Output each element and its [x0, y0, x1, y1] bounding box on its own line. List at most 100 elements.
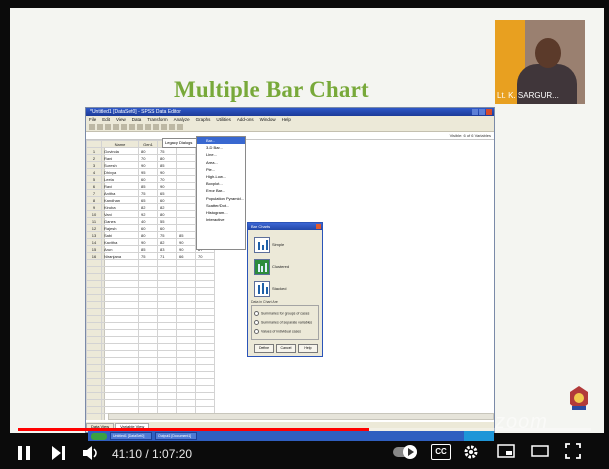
table-cell[interactable]: [157, 329, 177, 337]
table-cell[interactable]: [176, 266, 196, 274]
menu-utilities[interactable]: Utilities: [216, 116, 231, 123]
table-cell[interactable]: [86, 357, 102, 365]
table-cell[interactable]: [86, 350, 102, 358]
table-cell[interactable]: [176, 168, 196, 176]
table-cell[interactable]: [86, 392, 102, 400]
row-number[interactable]: 4: [86, 168, 102, 176]
undo-icon[interactable]: [113, 124, 119, 130]
table-cell[interactable]: [138, 322, 158, 330]
menu-item-pie[interactable]: Pie...: [197, 166, 245, 173]
empty-row[interactable]: [86, 378, 215, 386]
table-cell[interactable]: 80: [157, 210, 177, 218]
table-cell[interactable]: [176, 392, 196, 400]
table-cell[interactable]: Dhivya: [101, 168, 139, 176]
table-cell[interactable]: [86, 301, 102, 309]
table-cell[interactable]: [138, 399, 158, 407]
table-cell[interactable]: [138, 329, 158, 337]
table-cell[interactable]: 90: [176, 245, 196, 253]
empty-row[interactable]: [86, 336, 215, 344]
table-cell[interactable]: [138, 259, 158, 267]
table-cell[interactable]: [195, 364, 215, 372]
table-cell[interactable]: [157, 280, 177, 288]
table-cell[interactable]: [86, 385, 102, 393]
table-cell[interactable]: [101, 392, 139, 400]
table-cell[interactable]: [176, 336, 196, 344]
empty-row[interactable]: [86, 280, 215, 288]
table-cell[interactable]: [195, 371, 215, 379]
table-cell[interactable]: [157, 336, 177, 344]
table-cell[interactable]: Rajesh: [101, 224, 139, 232]
row-number[interactable]: 9: [86, 203, 102, 211]
autoplay-toggle[interactable]: [393, 445, 417, 459]
row-number[interactable]: 5: [86, 175, 102, 183]
table-cell[interactable]: [195, 266, 215, 274]
table-cell[interactable]: [138, 343, 158, 351]
table-cell[interactable]: [157, 308, 177, 316]
table-cell[interactable]: [86, 266, 102, 274]
table-cell[interactable]: 70: [157, 175, 177, 183]
table-cell[interactable]: [195, 315, 215, 323]
table-cell[interactable]: Vani: [101, 210, 139, 218]
empty-row[interactable]: [86, 287, 215, 295]
radio-separate-variables[interactable]: Summaries of separate variables: [254, 320, 312, 325]
table-cell[interactable]: 90: [138, 161, 158, 169]
menu-graphs[interactable]: Graphs: [196, 116, 211, 123]
table-cell[interactable]: [195, 308, 215, 316]
table-cell[interactable]: [176, 343, 196, 351]
table-cell[interactable]: [101, 266, 139, 274]
table-cell[interactable]: Suresh: [101, 161, 139, 169]
table-cell[interactable]: [101, 287, 139, 295]
table-cell[interactable]: [101, 308, 139, 316]
row-number[interactable]: 14: [86, 238, 102, 246]
table-cell[interactable]: [176, 294, 196, 302]
table-cell[interactable]: [176, 224, 196, 232]
table-cell[interactable]: [86, 329, 102, 337]
table-cell[interactable]: Ravi: [101, 182, 139, 190]
empty-row[interactable]: [86, 308, 215, 316]
table-cell[interactable]: [138, 385, 158, 393]
table-cell[interactable]: 80: [157, 154, 177, 162]
table-cell[interactable]: [195, 301, 215, 309]
table-cell[interactable]: [195, 280, 215, 288]
table-cell[interactable]: [195, 343, 215, 351]
row-number[interactable]: 11: [86, 217, 102, 225]
goto-case-icon[interactable]: [129, 124, 135, 130]
table-cell[interactable]: [157, 315, 177, 323]
settings-gear-icon[interactable]: [463, 444, 479, 460]
col-header[interactable]: Name: [101, 140, 139, 148]
table-cell[interactable]: 82: [157, 203, 177, 211]
table-cell[interactable]: 90: [176, 238, 196, 246]
table-cell[interactable]: 92: [138, 210, 158, 218]
table-cell[interactable]: [157, 273, 177, 281]
pause-icon[interactable]: [16, 445, 32, 461]
stacked-bar-option[interactable]: [254, 281, 270, 297]
menu-transform[interactable]: Transform: [147, 116, 167, 123]
theater-mode-icon[interactable]: [531, 444, 549, 458]
table-cell[interactable]: [86, 294, 102, 302]
table-cell[interactable]: Niranjana: [101, 252, 139, 260]
variables-icon[interactable]: [137, 124, 143, 130]
menu-item-3d-bar[interactable]: 3-D Bar...: [197, 144, 245, 151]
table-cell[interactable]: [176, 371, 196, 379]
table-cell[interactable]: [138, 273, 158, 281]
table-cell[interactable]: [195, 385, 215, 393]
table-cell[interactable]: [138, 280, 158, 288]
table-cell[interactable]: 65: [138, 196, 158, 204]
table-cell[interactable]: [157, 294, 177, 302]
empty-row[interactable]: [86, 350, 215, 358]
table-cell[interactable]: Govinda: [101, 147, 139, 155]
video-progress-bar[interactable]: [18, 428, 591, 431]
close-icon[interactable]: [486, 109, 492, 115]
table-cell[interactable]: [86, 399, 102, 407]
simple-bar-option[interactable]: [254, 237, 270, 253]
table-cell[interactable]: [138, 315, 158, 323]
menu-view[interactable]: View: [116, 116, 126, 123]
table-cell[interactable]: [157, 378, 177, 386]
row-number[interactable]: 12: [86, 224, 102, 232]
menu-item-error-bar[interactable]: Error Bar...: [197, 187, 245, 194]
table-cell[interactable]: 70: [195, 252, 215, 260]
table-cell[interactable]: Kiruba: [101, 203, 139, 211]
table-cell[interactable]: [195, 259, 215, 267]
dialog-close-icon[interactable]: [316, 224, 321, 229]
table-cell[interactable]: 80: [138, 231, 158, 239]
